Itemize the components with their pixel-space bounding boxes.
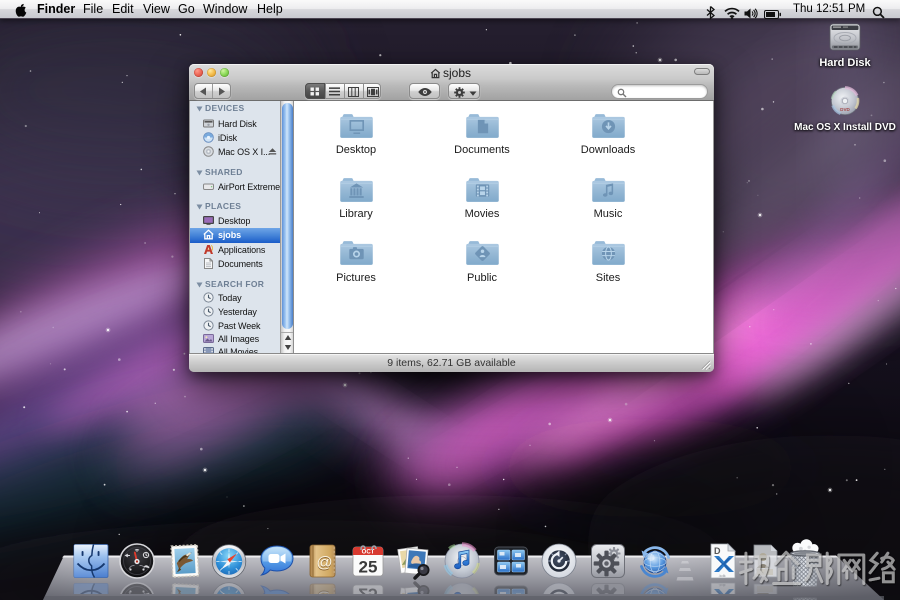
svg-text:DVD: DVD — [840, 107, 850, 112]
svg-text:OCT: OCT — [362, 550, 375, 556]
svg-text:@: @ — [316, 555, 332, 572]
svg-text:@: @ — [316, 590, 332, 595]
svg-text:D: D — [714, 546, 721, 556]
svg-text:25: 25 — [359, 585, 378, 595]
svg-text:25: 25 — [359, 558, 378, 577]
svg-text:.kdk: .kdk — [718, 573, 725, 578]
svg-text:.kdk: .kdk — [718, 583, 725, 588]
